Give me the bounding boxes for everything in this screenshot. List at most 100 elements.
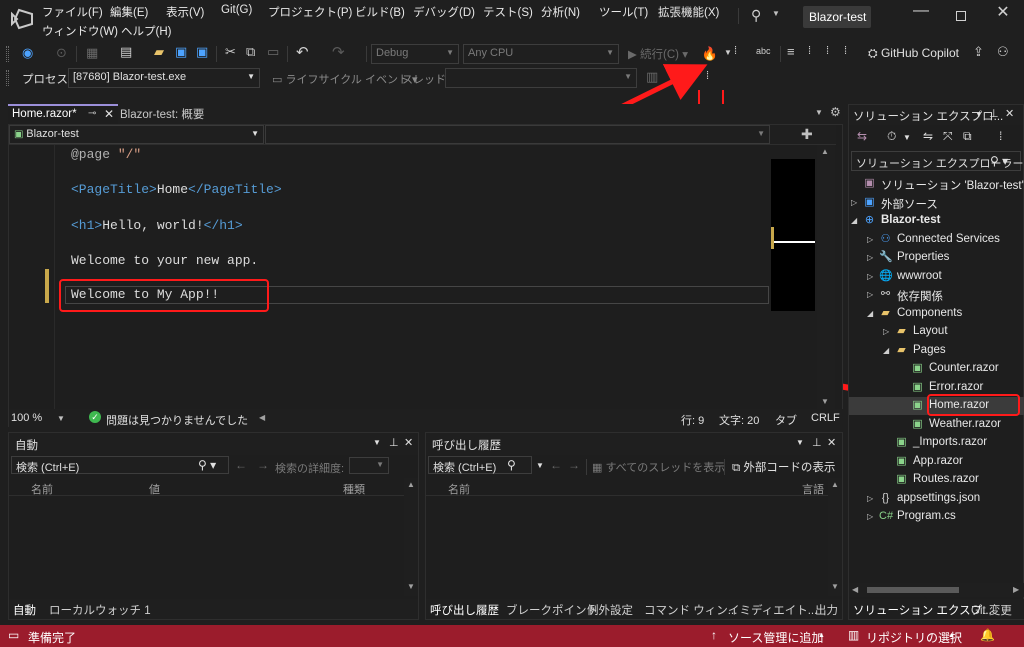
tree-item[interactable]: ▷ ⚯ 依存関係 (849, 286, 1024, 304)
tab-command-window[interactable]: コマンド ウィン... (644, 602, 737, 618)
solution-configuration-dropdown[interactable]: Debug ▼ (371, 44, 459, 64)
share-icon[interactable]: ⇪ (973, 44, 984, 60)
open-folder-icon[interactable]: ▰ (154, 44, 164, 60)
show-external-code-button[interactable]: ⧉ 外部コードの表示 (732, 459, 835, 475)
tab-home-razor[interactable]: Home.razor* ⊸ ✕ (8, 104, 118, 124)
refresh-icon[interactable]: ⇋ (923, 129, 933, 143)
tab-blazor-overview[interactable]: Blazor-test: 概要 (120, 106, 204, 124)
call-stack-scroll-up-icon[interactable]: ▲ (831, 480, 839, 489)
scroll-down-icon[interactable]: ▼ (821, 397, 829, 406)
expand-arrow-icon[interactable]: ▷ (867, 290, 873, 299)
indent-mode[interactable]: タブ (775, 412, 797, 428)
menu-test[interactable]: テスト(S) (483, 4, 533, 20)
menu-git[interactable]: Git(G) (221, 4, 252, 16)
process-dropdown[interactable]: [87680] Blazor-test.exe ▼ (68, 68, 260, 88)
autos-scroll-up-icon[interactable]: ▲ (407, 480, 415, 489)
solution-explorer-search[interactable]: ソリューション エクスプローラー ⚲ ▾ (851, 151, 1024, 171)
outdent-icon[interactable]: ⁞ (844, 45, 847, 57)
add-to-source-control[interactable]: ソース管理に追加 (728, 629, 823, 646)
zoom-level[interactable]: 100 % (11, 412, 42, 424)
call-stack-scroll-down-icon[interactable]: ▼ (831, 582, 839, 591)
solution-explorer-close-icon[interactable]: ✕ (1005, 107, 1014, 120)
menu-build[interactable]: ビルド(B) (355, 4, 405, 20)
autos-back-icon[interactable]: ← (235, 458, 247, 472)
zoom-dropdown-icon[interactable]: ▼ (57, 414, 65, 423)
call-stack-search-icon[interactable]: ⚲ (507, 458, 516, 472)
continue-button[interactable]: ▶ 続行(C) ▾ (628, 46, 688, 62)
hot-reload-button[interactable]: 🔥 (699, 44, 721, 64)
call-stack-back-icon[interactable]: ← (550, 458, 562, 472)
minimap[interactable] (771, 159, 815, 311)
hot-reload-dropdown-icon[interactable]: ▼ (724, 48, 732, 57)
collapse-all-icon[interactable]: ⤧ (943, 129, 953, 144)
menu-window[interactable]: ウィンドウ(W) (42, 23, 118, 39)
breakpoints-icon[interactable]: ⁞ (734, 45, 737, 57)
se-scroll-right-icon[interactable]: ▶ (1013, 585, 1019, 594)
autos-search-box[interactable]: 検索 (Ctrl+E) ⚲ ▾ (11, 456, 229, 474)
notifications-icon[interactable]: 🔔 (980, 628, 995, 642)
lifecycle-events-button[interactable]: ▭ ライフサイクル イベント ▾ (272, 71, 418, 87)
call-stack-search-dropdown-icon[interactable]: ▼ (536, 461, 544, 470)
pending-changes-dropdown-icon[interactable]: ▼ (903, 133, 911, 142)
se-scroll-thumb[interactable] (867, 587, 959, 593)
sync-with-document-icon[interactable]: ⇆ (857, 129, 867, 143)
autos-scroll-down-icon[interactable]: ▼ (407, 582, 415, 591)
se-scroll-left-icon[interactable]: ◀ (852, 585, 858, 594)
autos-options-icon[interactable]: ▼ (373, 438, 381, 447)
autos-pin-icon[interactable]: ⊥ (389, 436, 399, 449)
search-icon[interactable]: ⚲ (751, 7, 761, 24)
collapse-arrow-icon[interactable]: ◢ (867, 309, 873, 318)
pin-icon[interactable]: ⊸ (88, 108, 96, 119)
indent-icon[interactable]: ⁞ (826, 45, 829, 57)
tab-call-stack[interactable]: 呼び出し履歴 (430, 602, 499, 618)
tree-item-components[interactable]: ◢ ▰ Components (849, 305, 1024, 323)
expand-arrow-icon[interactable]: ▷ (867, 235, 873, 244)
uncomment-icon[interactable]: ⁞ (808, 45, 811, 57)
new-item-icon[interactable]: ▤ (120, 44, 132, 60)
paste-icon[interactable]: ▭ (267, 44, 279, 60)
search-depth-dropdown[interactable]: ▼ (349, 457, 389, 474)
line-ending[interactable]: CRLF (811, 412, 840, 424)
output-icon[interactable]: ▭ (8, 628, 19, 642)
menu-help[interactable]: ヘルプ(H) (121, 23, 171, 39)
back-icon[interactable]: ◉ (22, 45, 33, 61)
expand-arrow-icon[interactable]: ▷ (867, 272, 873, 281)
autos-col-value[interactable]: 値 (149, 481, 160, 497)
redo-icon[interactable]: ↷ (332, 43, 345, 61)
tab-watch-1[interactable]: ウォッチ 1 (95, 602, 151, 618)
source-control-dropdown-icon[interactable]: ▲ (818, 632, 825, 639)
hscroll-left-icon[interactable]: ◀ (259, 413, 265, 422)
menu-edit[interactable]: 編集(E) (110, 4, 148, 20)
menu-file[interactable]: ファイル(F) (42, 4, 103, 20)
tab-git-changes[interactable]: Git 変更 (971, 602, 1012, 618)
tree-item-appsettings-json[interactable]: ▷ {} appsettings.json (849, 490, 1024, 508)
editor-vertical-scrollbar[interactable]: ▲ ▼ (817, 145, 835, 413)
tree-item-blazor-test-1[interactable]: ▣ ソリューション 'Blazor-test' (1 (849, 175, 1024, 193)
expand-arrow-icon[interactable]: ▷ (883, 327, 889, 336)
scroll-up-icon[interactable]: ▲ (821, 147, 829, 156)
tree-item-connected-services[interactable]: ▷ ⚇ Connected Services (849, 231, 1024, 249)
github-copilot-button[interactable]: ⛭ GitHub Copilot (868, 46, 959, 61)
autos-close-icon[interactable]: ✕ (404, 436, 413, 449)
tree-item-counter-razor[interactable]: ▣ Counter.razor (849, 360, 1024, 378)
tree-item-imports-razor[interactable]: ▣ _Imports.razor (849, 434, 1024, 452)
call-stack-search-box[interactable]: 検索 (Ctrl+E) ⚲ (428, 456, 532, 474)
feedback-icon[interactable]: ⚇ (997, 44, 1009, 60)
call-stack-options-icon[interactable]: ▼ (796, 438, 804, 447)
tab-breakpoints[interactable]: ブレークポイント (506, 602, 598, 618)
expand-arrow-icon[interactable]: ▷ (851, 198, 857, 207)
save-icon[interactable]: ▣ (175, 44, 187, 60)
minimize-button[interactable]: — (906, 2, 936, 30)
spell-check-icon[interactable]: abc (756, 46, 771, 56)
tree-item-blazor-test[interactable]: ◢ ⊕ Blazor-test (849, 212, 1024, 230)
call-stack-col-name[interactable]: 名前 (448, 481, 470, 497)
cut-icon[interactable]: ✂ (225, 44, 236, 60)
expand-arrow-icon[interactable]: ▷ (867, 512, 873, 521)
editor-settings-icon[interactable]: ⚙ (830, 105, 841, 119)
call-stack-pin-icon[interactable]: ⊥ (812, 436, 822, 449)
tree-item-weather-razor[interactable]: ▣ Weather.razor (849, 416, 1024, 434)
solution-config-icon[interactable]: ▦ (86, 45, 98, 61)
properties-icon[interactable]: ⁞ (999, 129, 1002, 143)
menu-view[interactable]: 表示(V) (166, 4, 204, 20)
menu-analyze[interactable]: 分析(N) (541, 4, 580, 20)
